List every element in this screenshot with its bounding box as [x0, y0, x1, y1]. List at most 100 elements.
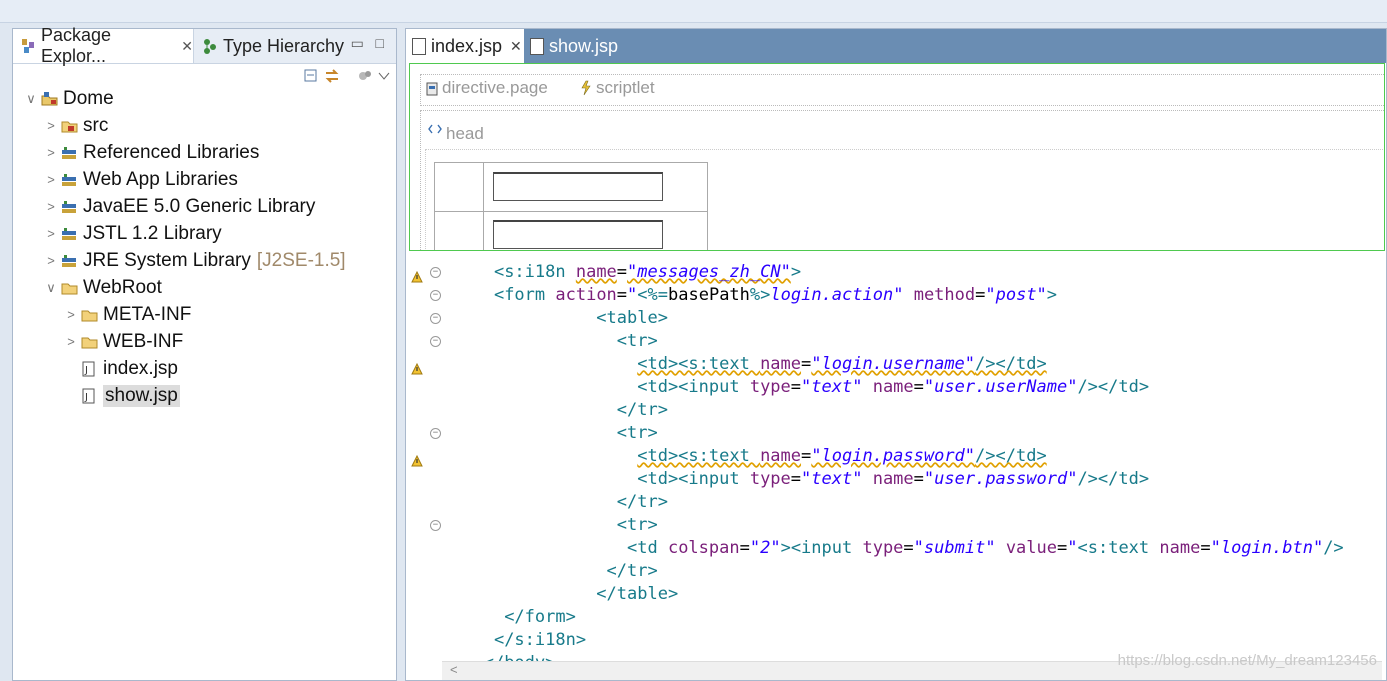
library-icon	[61, 199, 79, 215]
minimize-icon[interactable]: ▭	[351, 35, 364, 51]
tab-index-jsp[interactable]: index.jsp ✕	[406, 29, 524, 63]
source-editor[interactable]: − <s:i18n name="messages_zh_CN"> − <form …	[409, 257, 1385, 661]
tree-item[interactable]: > Web App Libraries	[43, 166, 238, 193]
fold-toggle-icon[interactable]: −	[430, 336, 441, 347]
tab-show-jsp[interactable]: show.jsp	[524, 29, 634, 63]
preview-table	[434, 162, 708, 250]
code-token: /></td>	[975, 446, 1047, 466]
filters-icon[interactable]	[358, 69, 372, 83]
warning-icon[interactable]	[411, 451, 423, 467]
tree-item[interactable]: Jshow.jsp	[63, 382, 180, 409]
fold-toggle-icon[interactable]: −	[430, 520, 441, 531]
code-token: %>	[749, 285, 771, 305]
code-line[interactable]: <td><s:text name="login.password"/></td>	[409, 445, 1385, 468]
fold-toggle-icon[interactable]: −	[430, 428, 441, 439]
code-line[interactable]: − <s:i18n name="messages_zh_CN">	[409, 261, 1385, 284]
code-token: />	[1323, 538, 1344, 558]
chevron-right-icon[interactable]: >	[43, 172, 59, 187]
code-token: </s:i18n>	[493, 630, 587, 650]
code-line[interactable]: <td><input type="text" name="user.userNa…	[409, 376, 1385, 399]
warning-icon[interactable]	[411, 267, 423, 283]
code-token: "submit"	[913, 538, 996, 558]
code-line[interactable]: − <table>	[409, 307, 1385, 330]
chevron-right-icon[interactable]: >	[43, 226, 59, 241]
code-text: <td><input type="text" name="user.passwo…	[453, 468, 1149, 491]
tab-label: show.jsp	[549, 35, 619, 56]
code-token: </tr>	[616, 400, 668, 420]
scroll-left-icon[interactable]: <	[450, 662, 458, 677]
preview-username-input[interactable]	[493, 172, 663, 201]
code-line[interactable]: </s:i18n>	[409, 629, 1385, 652]
code-text: <s:i18n name="messages_zh_CN">	[453, 261, 801, 284]
code-line[interactable]: </table>	[409, 583, 1385, 606]
link-with-editor-icon[interactable]	[324, 69, 340, 83]
tree-item[interactable]: ∨ Dome	[23, 85, 113, 112]
jsp-file-icon: J	[81, 361, 99, 377]
code-line[interactable]: − <form action="<%=basePath%>login.actio…	[409, 284, 1385, 307]
fold-toggle-icon[interactable]: −	[430, 313, 441, 324]
code-line[interactable]: </form>	[409, 606, 1385, 629]
tab-type-hierarchy[interactable]: Type Hierarchy	[195, 29, 345, 63]
fold-toggle-icon[interactable]: −	[430, 290, 441, 301]
code-token: <s:i18n	[493, 262, 576, 282]
code-line[interactable]: − <tr>	[409, 422, 1385, 445]
chevron-down-icon[interactable]: ∨	[43, 280, 59, 296]
chevron-right-icon[interactable]: >	[63, 307, 79, 322]
code-token: =	[616, 285, 628, 305]
chevron-right-icon[interactable]: >	[43, 253, 59, 268]
tree-item[interactable]: > JSTL 1.2 Library	[43, 220, 221, 247]
tab-package-explorer[interactable]: Package Explor... ✕	[13, 25, 194, 66]
chevron-right-icon[interactable]: >	[43, 118, 59, 133]
code-text: <form action="<%=basePath%>login.action"…	[453, 284, 1057, 307]
code-token: <%=	[637, 285, 669, 305]
tab-label: Package Explor...	[41, 25, 112, 66]
tree-item[interactable]: > Referenced Libraries	[43, 139, 259, 166]
tree-item[interactable]: ∨ WebRoot	[43, 274, 162, 301]
tree-item[interactable]: > JavaEE 5.0 Generic Library	[43, 193, 315, 220]
code-line[interactable]: <td colspan="2"><input type="submit" val…	[409, 537, 1385, 560]
code-token: "	[1067, 538, 1078, 558]
tree-item[interactable]: Jindex.jsp	[63, 355, 178, 382]
code-line[interactable]: <td><s:text name="login.username"/></td>	[409, 353, 1385, 376]
close-icon[interactable]: ✕	[181, 38, 193, 55]
design-preview-pane[interactable]: directive.page scriptlet head	[409, 63, 1385, 251]
chevron-down-icon[interactable]: ∨	[23, 91, 39, 107]
chevron-right-icon[interactable]: >	[43, 199, 59, 214]
code-token: type	[749, 469, 791, 489]
preview-password-input[interactable]	[493, 220, 663, 249]
close-icon[interactable]: ✕	[510, 38, 522, 55]
fold-toggle-icon[interactable]: −	[430, 267, 441, 278]
code-token: =	[790, 469, 802, 489]
code-token: </body>	[484, 653, 556, 661]
code-token: <s:text	[1077, 538, 1160, 558]
code-line[interactable]: </tr>	[409, 560, 1385, 583]
collapse-all-icon[interactable]	[304, 69, 318, 83]
code-token: <td><input	[637, 469, 750, 489]
code-line[interactable]: <td><input type="text" name="user.passwo…	[409, 468, 1385, 491]
project-icon	[41, 91, 59, 107]
code-token: colspan	[667, 538, 740, 558]
code-token: "user.userName"	[923, 377, 1078, 397]
code-token: =	[616, 262, 628, 282]
tree-item[interactable]: > src	[43, 112, 108, 139]
code-line[interactable]: − <tr>	[409, 514, 1385, 537]
tree-item[interactable]: > JRE System Library [J2SE-1.5]	[43, 247, 345, 274]
editor-tab-bar: index.jsp ✕ show.jsp	[406, 29, 1386, 63]
chevron-right-icon[interactable]: >	[43, 145, 59, 160]
code-text: <table>	[453, 307, 668, 330]
tree-item[interactable]: > META-INF	[63, 301, 191, 328]
view-menu-icon[interactable]	[378, 69, 390, 83]
tree-item[interactable]: > WEB-INF	[63, 328, 183, 355]
maximize-icon[interactable]: □	[376, 35, 384, 51]
code-line[interactable]: </tr>	[409, 399, 1385, 422]
code-token: name	[575, 262, 617, 282]
warning-icon[interactable]	[411, 359, 423, 375]
chevron-right-icon[interactable]: >	[63, 334, 79, 349]
code-line[interactable]: − <tr>	[409, 330, 1385, 353]
code-line[interactable]: </tr>	[409, 491, 1385, 514]
